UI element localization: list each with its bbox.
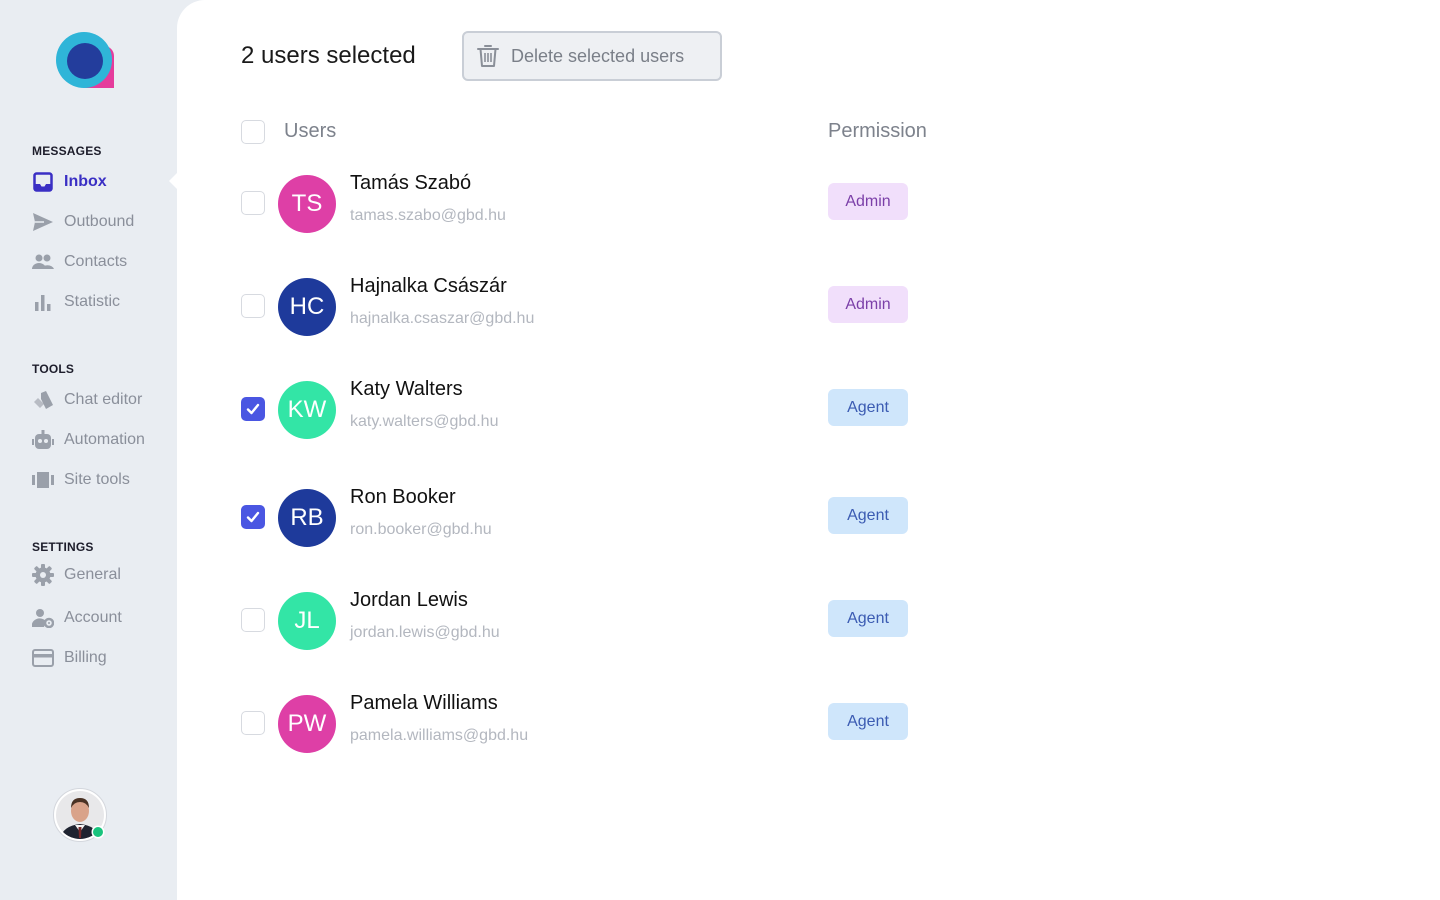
section-title-tools: TOOLS: [32, 362, 75, 376]
sidebar-item-label: Account: [64, 609, 122, 626]
user-email: jordan.lewis@gbd.hu: [350, 624, 500, 641]
user-avatar: PW: [278, 695, 336, 753]
table-row[interactable]: HC Hajnalka Császár hajnalka.csaszar@gbd.h…: [241, 275, 1141, 338]
table-row[interactable]: PW Pamela Williams pamela.williams@gbd.hu A…: [241, 692, 1141, 755]
user-email: hajnalka.csaszar@gbd.hu: [350, 310, 535, 327]
section-title-messages: MESSAGES: [32, 144, 102, 158]
online-status-dot: [93, 827, 103, 837]
sidebar-item-account[interactable]: Account: [32, 606, 172, 630]
user-name: Ron Booker: [350, 486, 456, 508]
send-icon: [32, 211, 54, 233]
main-panel: 2 users selected Delete selected users U…: [177, 0, 1440, 900]
check-icon: [246, 511, 260, 523]
permission-badge[interactable]: Agent: [828, 600, 908, 637]
table-row[interactable]: RB Ron Booker ron.booker@gbd.hu Agent: [241, 486, 1141, 549]
sidebar-item-site-tools[interactable]: Site tools: [32, 468, 172, 492]
sidebar-item-contacts[interactable]: Contacts: [32, 250, 172, 274]
permission-badge[interactable]: Admin: [828, 183, 908, 220]
check-icon: [246, 403, 260, 415]
carousel-icon: [32, 469, 54, 491]
sidebar-item-general[interactable]: General: [32, 563, 172, 587]
sidebar-item-automation[interactable]: Automation: [32, 428, 172, 452]
delete-selected-users-button[interactable]: Delete selected users: [462, 31, 722, 81]
row-checkbox[interactable]: [241, 294, 265, 318]
sidebar-item-label: Contacts: [64, 253, 128, 270]
table-row[interactable]: JL Jordan Lewis jordan.lewis@gbd.hu Agent: [241, 589, 1141, 652]
user-name: Katy Walters: [350, 378, 463, 400]
sidebar-item-label: Inbox: [64, 173, 107, 190]
user-name: Hajnalka Császár: [350, 275, 507, 297]
sidebar-item-label: General: [64, 566, 121, 583]
row-checkbox[interactable]: [241, 711, 265, 735]
user-email: tamas.szabo@gbd.hu: [350, 207, 506, 224]
delete-button-label: Delete selected users: [511, 45, 685, 66]
permission-badge[interactable]: Agent: [828, 497, 908, 534]
app-logo[interactable]: [56, 32, 116, 92]
sidebar-item-label: Site tools: [64, 471, 130, 488]
section-title-settings: SETTINGS: [32, 540, 94, 554]
table-header: Users Permission: [241, 118, 1141, 148]
sidebar-item-label: Chat editor: [64, 391, 143, 408]
user-avatar: JL: [278, 592, 336, 650]
trash-icon: [477, 44, 499, 68]
inbox-icon: [32, 171, 54, 193]
credit-card-icon: [32, 647, 54, 669]
row-checkbox[interactable]: [241, 191, 265, 215]
gear-icon: [32, 564, 54, 586]
sidebar-item-label: Automation: [64, 431, 145, 448]
permission-badge[interactable]: Agent: [828, 703, 908, 740]
user-avatar: HC: [278, 278, 336, 336]
user-avatar: KW: [278, 381, 336, 439]
sidebar-item-outbound[interactable]: Outbound: [32, 210, 172, 234]
user-name: Tamás Szabó: [350, 172, 472, 194]
user-avatar: RB: [278, 489, 336, 547]
selection-count: 2 users selected: [241, 42, 416, 69]
people-icon: [32, 251, 54, 273]
user-email: katy.walters@gbd.hu: [350, 413, 499, 430]
user-avatar: TS: [278, 175, 336, 233]
permission-badge[interactable]: Agent: [828, 389, 908, 426]
sidebar-item-chat-editor[interactable]: Chat editor: [32, 388, 172, 412]
bar-chart-icon: [32, 291, 54, 313]
profile-avatar[interactable]: [53, 788, 107, 842]
sidebar-item-label: Outbound: [64, 213, 135, 230]
sidebar-item-label: Billing: [64, 649, 107, 666]
sidebar-item-statistic[interactable]: Statistic: [32, 290, 172, 314]
sidebar-item-billing[interactable]: Billing: [32, 646, 172, 670]
user-email: ron.booker@gbd.hu: [350, 521, 492, 538]
active-indicator: [169, 173, 177, 189]
row-checkbox[interactable]: [241, 397, 265, 421]
user-email: pamela.williams@gbd.hu: [350, 727, 529, 744]
sidebar: MESSAGES Inbox Outbound Contacts Statist…: [0, 0, 177, 900]
user-settings-icon: [32, 607, 54, 629]
table-row[interactable]: TS Tamás Szabó tamas.szabo@gbd.hu Admin: [241, 172, 1141, 235]
table-row[interactable]: KW Katy Walters katy.walters@gbd.hu Agent: [241, 378, 1141, 441]
sidebar-item-label: Statistic: [64, 293, 121, 310]
sidebar-item-inbox[interactable]: Inbox: [32, 170, 172, 194]
user-name: Jordan Lewis: [350, 589, 468, 611]
row-checkbox[interactable]: [241, 608, 265, 632]
select-all-checkbox[interactable]: [241, 120, 265, 144]
row-checkbox[interactable]: [241, 505, 265, 529]
pages-icon: [32, 389, 54, 411]
user-name: Pamela Williams: [350, 692, 498, 714]
permission-badge[interactable]: Admin: [828, 286, 908, 323]
column-header-users: Users: [284, 120, 337, 142]
robot-icon: [32, 429, 54, 451]
column-header-permission: Permission: [828, 120, 927, 142]
